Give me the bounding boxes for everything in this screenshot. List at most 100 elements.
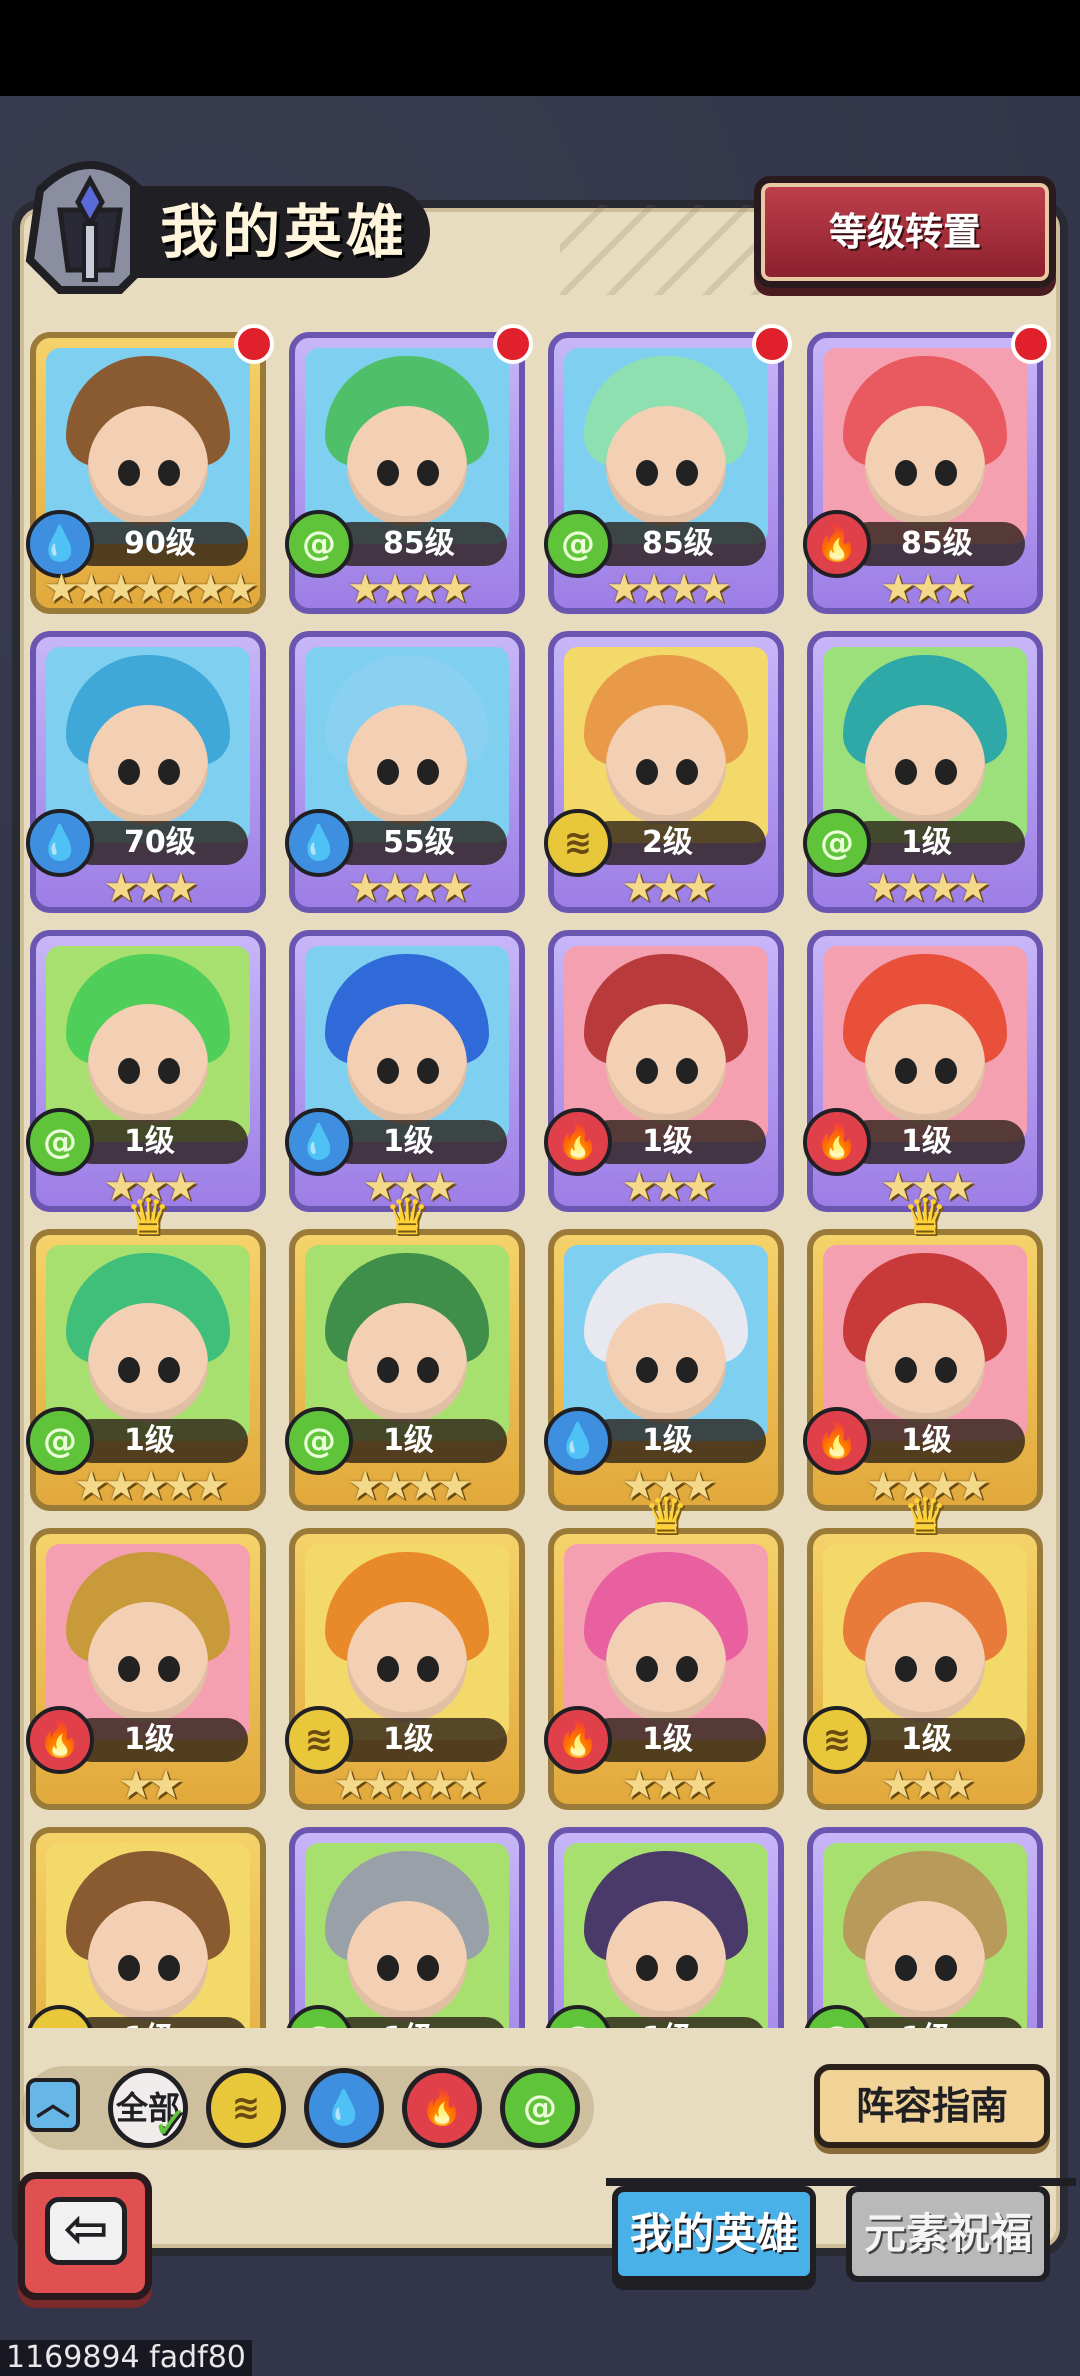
- notification-dot: [1011, 324, 1051, 364]
- water-icon: 💧: [322, 2088, 366, 2128]
- hero-eye: [636, 1357, 658, 1383]
- hero-eye: [676, 460, 698, 486]
- tab-my-heroes[interactable]: 我的英雄: [612, 2186, 816, 2282]
- filter-fire-button[interactable]: 🔥: [402, 2068, 482, 2148]
- hero-stars: ★★★★★: [332, 1762, 487, 1808]
- hero-eye: [636, 1955, 658, 1981]
- hero-face: [347, 1901, 467, 2021]
- hero-eye: [118, 759, 140, 785]
- hero-card[interactable]: 1级 🔥 ★★: [26, 1528, 266, 1810]
- hero-face: [347, 705, 467, 825]
- hero-card[interactable]: 90级 💧 ★★★★★★★: [26, 324, 274, 614]
- hero-eye: [935, 759, 957, 785]
- hero-card[interactable]: 1级@: [803, 1827, 1043, 2028]
- hero-face: [606, 705, 726, 825]
- hero-level: 1级: [588, 1718, 766, 1762]
- hero-card[interactable]: 1级 @ ★★★: [26, 930, 266, 1212]
- hero-face: [865, 705, 985, 825]
- filter-water-button[interactable]: 💧: [304, 2068, 384, 2148]
- hero-card[interactable]: 1级 💧 ★★★: [544, 1229, 784, 1511]
- hero-eye: [935, 1058, 957, 1084]
- hero-card[interactable]: 55级 💧 ★★★★: [285, 631, 525, 913]
- filter-wind-button[interactable]: @: [500, 2068, 580, 2148]
- hero-eye: [636, 460, 658, 486]
- hero-eye: [377, 1357, 399, 1383]
- hero-eye: [377, 759, 399, 785]
- hero-eye: [158, 1357, 180, 1383]
- earth-icon: ≋: [231, 2088, 261, 2128]
- tab-element-blessing[interactable]: 元素祝福: [846, 2186, 1050, 2282]
- hero-face: [88, 1602, 208, 1722]
- hero-card[interactable]: 1级 @ ★★★★★ ♛: [26, 1192, 266, 1511]
- crown-icon: ♛: [643, 1487, 689, 1545]
- hero-card[interactable]: 1级≋: [26, 1827, 266, 2028]
- hero-level: 1级: [329, 2017, 507, 2028]
- hero-eye: [895, 1656, 917, 1682]
- hero-card[interactable]: 70级 💧 ★★★: [26, 631, 266, 913]
- hero-card[interactable]: 1级 ≋ ★★★ ♛: [803, 1491, 1043, 1810]
- hero-card[interactable]: 1级 🔥 ★★★: [803, 930, 1043, 1212]
- hero-level: 1级: [588, 2017, 766, 2028]
- hero-eye: [676, 1955, 698, 1981]
- back-button[interactable]: ⇦: [18, 2172, 152, 2300]
- lineup-guide-button[interactable]: 阵容指南: [814, 2064, 1050, 2148]
- hero-level: 1级: [847, 2017, 1025, 2028]
- hero-card[interactable]: 1级@: [285, 1827, 525, 2028]
- hero-eye: [895, 1058, 917, 1084]
- hero-face: [606, 1303, 726, 1423]
- hero-card[interactable]: 1级 🔥 ★★★★ ♛: [803, 1192, 1043, 1511]
- filter-earth-button[interactable]: ≋: [206, 2068, 286, 2148]
- hero-level: 1级: [847, 1718, 1025, 1762]
- hero-level: 85级: [847, 522, 1025, 566]
- crown-icon: ♛: [125, 1188, 171, 1246]
- hero-card[interactable]: 85级 @ ★★★★: [285, 324, 533, 614]
- hero-stars: ★★★: [103, 865, 199, 911]
- hero-card[interactable]: 85级 @ ★★★★: [544, 324, 792, 614]
- hero-face: [347, 1303, 467, 1423]
- hero-card[interactable]: 1级 ≋ ★★★★★: [285, 1528, 525, 1810]
- hero-level: 1级: [847, 1419, 1025, 1463]
- hero-face: [606, 1004, 726, 1124]
- hero-level: 85级: [329, 522, 507, 566]
- hero-card[interactable]: 1级@: [544, 1827, 784, 2028]
- hero-level: 1级: [329, 1120, 507, 1164]
- hero-eye: [676, 759, 698, 785]
- hero-card[interactable]: 1级 💧 ★★★: [285, 930, 525, 1212]
- hero-eye: [158, 1955, 180, 1981]
- hero-face: [606, 1602, 726, 1722]
- hero-eye: [417, 1357, 439, 1383]
- hero-stars: ★★★: [880, 1762, 976, 1808]
- hero-eye: [158, 460, 180, 486]
- collapse-filter-button[interactable]: ︿: [26, 2078, 80, 2132]
- hero-card[interactable]: 2级 ≋ ★★★: [544, 631, 784, 913]
- hero-stars: ★★★★: [865, 865, 990, 911]
- hero-card[interactable]: 1级 @ ★★★★ ♛: [285, 1192, 525, 1511]
- checkmark-icon: ✓: [152, 2098, 189, 2149]
- hero-face: [88, 1901, 208, 2021]
- hero-eye: [377, 1656, 399, 1682]
- hero-eye: [935, 1357, 957, 1383]
- hero-eye: [417, 460, 439, 486]
- hero-eye: [118, 460, 140, 486]
- hero-level: 1级: [329, 1718, 507, 1762]
- hero-portrait: [46, 1843, 250, 2028]
- hero-card[interactable]: 1级 🔥 ★★★: [544, 930, 784, 1212]
- hero-eye: [676, 1656, 698, 1682]
- hero-eye: [417, 1058, 439, 1084]
- hero-face: [865, 406, 985, 526]
- hero-eye: [377, 1955, 399, 1981]
- hero-eye: [118, 1955, 140, 1981]
- hero-card[interactable]: 1级 @ ★★★★: [803, 631, 1043, 913]
- fire-icon: 🔥: [420, 2088, 464, 2128]
- hero-eye: [895, 1357, 917, 1383]
- hero-eye: [895, 460, 917, 486]
- hero-level: 1级: [847, 821, 1025, 865]
- hero-card[interactable]: 1级 🔥 ★★★ ♛: [544, 1491, 784, 1810]
- hero-portrait: [305, 1843, 509, 2028]
- hero-card[interactable]: 85级 🔥 ★★★: [803, 324, 1051, 614]
- hero-face: [865, 1901, 985, 2021]
- level-transfer-button[interactable]: 等级转置: [754, 176, 1056, 288]
- hero-stars: ★★★★: [347, 566, 472, 612]
- hero-eye: [417, 1656, 439, 1682]
- hero-grid: 90级 💧 ★★★★★★★ 85级 @ ★★★★ 85级 @ ★★★★ 85级 🔥 ★★★ 70级 💧 ★★…: [22, 316, 1058, 2028]
